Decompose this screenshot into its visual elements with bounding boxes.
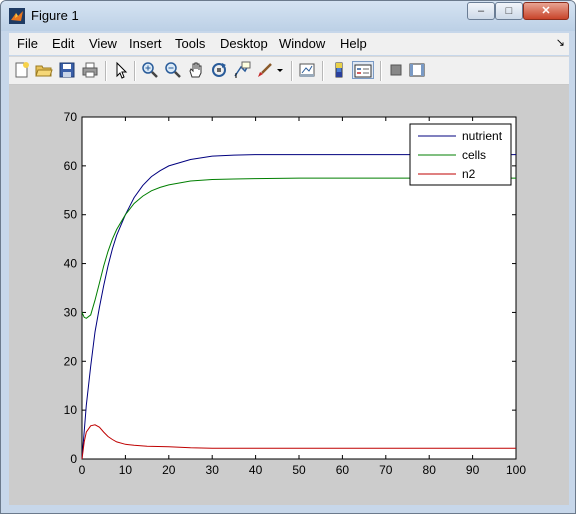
save-icon[interactable]: [58, 61, 76, 79]
x-tick-label: 50: [292, 463, 306, 477]
x-tick-label: 30: [206, 463, 220, 477]
y-tick-label: 20: [64, 354, 78, 368]
maximize-button[interactable]: □: [495, 2, 523, 20]
toolbar-separator: [105, 61, 107, 81]
y-tick-label: 40: [64, 257, 78, 271]
line-plot[interactable]: 0 10 20 30 40 50 60 70 80 90 100 0 10 20 30 40 50 60 70 nut…: [9, 85, 569, 505]
colorbar-icon[interactable]: [330, 61, 348, 79]
x-tick-label: 90: [466, 463, 480, 477]
y-tick-label: 70: [64, 110, 78, 124]
menu-edit[interactable]: Edit: [52, 36, 74, 51]
x-tick-label: 100: [506, 463, 526, 477]
y-tick-label: 60: [64, 159, 78, 173]
hide-plot-tools-icon[interactable]: [387, 61, 405, 79]
new-figure-icon[interactable]: [13, 61, 31, 79]
zoom-out-icon[interactable]: [164, 61, 182, 79]
x-tick-label: 60: [336, 463, 350, 477]
title-bar[interactable]: Figure 1 – □ ✕: [1, 1, 575, 31]
x-tick-label: 80: [423, 463, 437, 477]
figure-window: Figure 1 – □ ✕ File Edit View Insert Too…: [0, 0, 576, 514]
brush-icon[interactable]: [256, 61, 274, 79]
menu-insert[interactable]: Insert: [129, 36, 162, 51]
menu-desktop[interactable]: Desktop: [220, 36, 268, 51]
menu-file[interactable]: File: [17, 36, 38, 51]
x-tick-label: 40: [249, 463, 263, 477]
menu-tools[interactable]: Tools: [175, 36, 205, 51]
legend-icon[interactable]: [352, 61, 374, 79]
x-tick-label: 20: [162, 463, 176, 477]
print-icon[interactable]: [81, 61, 99, 79]
toolbar-separator: [380, 61, 382, 81]
y-tick-label: 0: [70, 452, 77, 466]
pointer-icon[interactable]: [112, 61, 130, 79]
x-tick-label: 0: [79, 463, 86, 477]
legend-label-cells: cells: [462, 148, 486, 162]
x-tick-label: 10: [119, 463, 133, 477]
window-title: Figure 1: [31, 8, 79, 23]
menu-bar: File Edit View Insert Tools Desktop Wind…: [9, 33, 569, 55]
menu-view[interactable]: View: [89, 36, 117, 51]
menu-window[interactable]: Window: [279, 36, 325, 51]
toolbar-separator: [322, 61, 324, 81]
y-tick-label: 30: [64, 305, 78, 319]
matlab-logo-icon: [9, 8, 25, 24]
y-tick-label: 50: [64, 208, 78, 222]
minimize-button[interactable]: –: [467, 2, 495, 20]
zoom-in-icon[interactable]: [141, 61, 159, 79]
pan-hand-icon[interactable]: [187, 61, 205, 79]
x-tick-label: 70: [379, 463, 393, 477]
y-tick-label: 10: [64, 403, 78, 417]
legend-label-nutrient: nutrient: [462, 129, 503, 143]
toolbar-separator: [291, 61, 293, 81]
menu-help[interactable]: Help: [340, 36, 367, 51]
legend-label-n2: n2: [462, 167, 476, 181]
toolbar-separator: [134, 61, 136, 81]
rotate-3d-icon[interactable]: [210, 61, 228, 79]
figure-canvas[interactable]: 0 10 20 30 40 50 60 70 80 90 100 0 10 20 30 40 50 60 70 nut…: [9, 85, 569, 505]
dock-arrow-icon[interactable]: ↘: [556, 36, 565, 49]
close-button[interactable]: ✕: [523, 2, 569, 20]
link-plot-icon[interactable]: [298, 61, 316, 79]
data-cursor-icon[interactable]: [233, 61, 251, 79]
show-plot-tools-icon[interactable]: [408, 61, 426, 79]
open-file-icon[interactable]: [35, 61, 53, 79]
brush-dropdown-icon[interactable]: [276, 61, 284, 79]
figure-toolbar: [9, 56, 569, 85]
